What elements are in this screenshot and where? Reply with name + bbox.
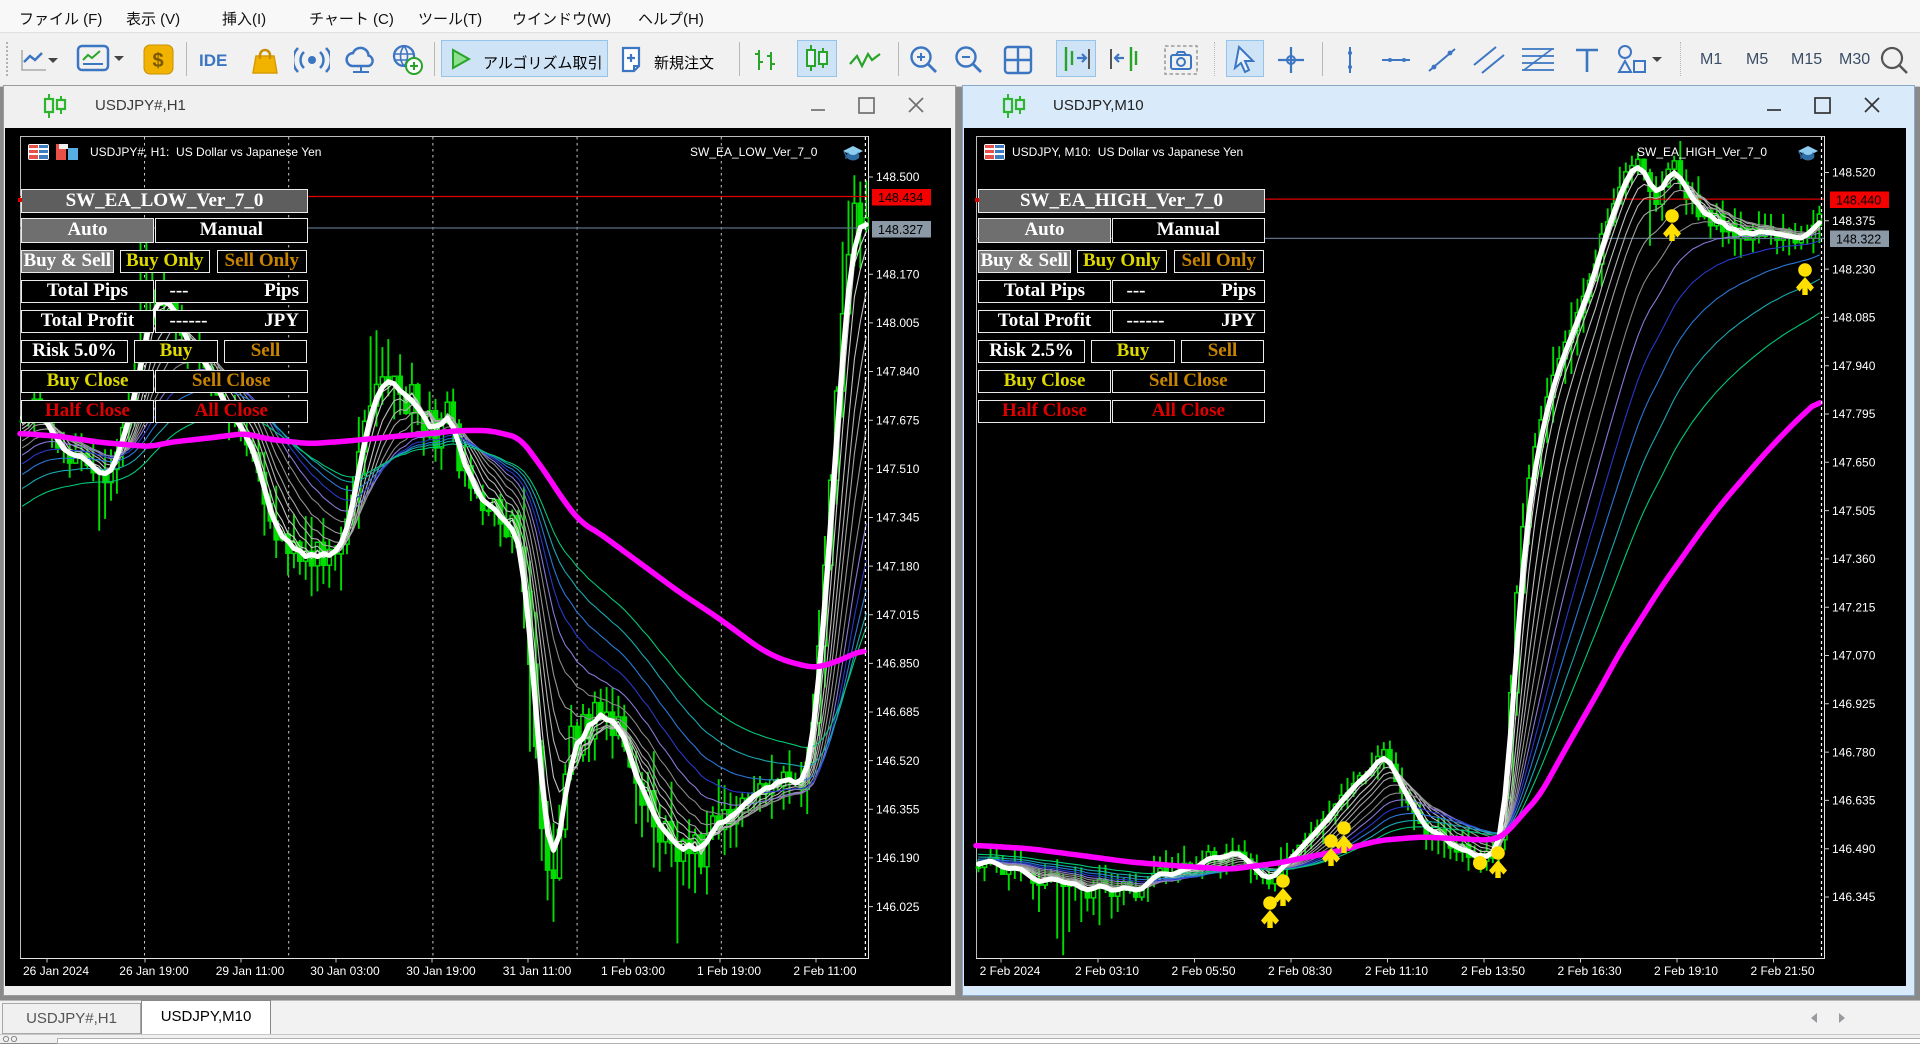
svg-text:146.520: 146.520 [876,754,920,768]
svg-text:147.015: 147.015 [876,608,920,622]
svg-text:148.500: 148.500 [876,170,920,184]
svg-text:147.180: 147.180 [876,559,920,573]
svg-text:147.940: 147.940 [1832,359,1876,373]
svg-text:2 Feb 21:50: 2 Feb 21:50 [1750,964,1814,978]
svg-text:147.360: 147.360 [1832,552,1876,566]
svg-text:147.505: 147.505 [1832,504,1876,518]
svg-text:2 Feb 03:10: 2 Feb 03:10 [1075,964,1139,978]
svg-text:2 Feb 11:10: 2 Feb 11:10 [1365,964,1428,978]
svg-text:148.375: 148.375 [1832,214,1876,228]
svg-text:146.925: 146.925 [1832,697,1876,711]
svg-text:2 Feb 16:30: 2 Feb 16:30 [1557,964,1621,978]
svg-text:146.490: 146.490 [1832,842,1876,856]
svg-text:2 Feb 08:30: 2 Feb 08:30 [1268,964,1332,978]
svg-text:148.520: 148.520 [1832,166,1876,180]
svg-text:148.434: 148.434 [878,191,923,205]
svg-text:148.230: 148.230 [1832,262,1876,276]
svg-text:2 Feb 19:10: 2 Feb 19:10 [1654,964,1718,978]
svg-text:148.440: 148.440 [1836,194,1881,208]
svg-text:2 Feb 2024: 2 Feb 2024 [980,964,1041,978]
svg-text:147.070: 147.070 [1832,649,1876,663]
svg-text:2 Feb 13:50: 2 Feb 13:50 [1461,964,1525,978]
svg-text:31 Jan 11:00: 31 Jan 11:00 [503,964,572,978]
svg-text:147.795: 147.795 [1832,407,1876,421]
svg-text:147.345: 147.345 [876,511,920,525]
svg-text:148.170: 148.170 [876,268,920,282]
svg-text:1 Feb 19:00: 1 Feb 19:00 [697,964,761,978]
svg-text:148.005: 148.005 [876,316,920,330]
svg-text:26 Jan 19:00: 26 Jan 19:00 [119,964,189,978]
svg-text:146.685: 146.685 [876,705,920,719]
svg-text:147.510: 147.510 [876,462,920,476]
svg-text:1 Feb 03:00: 1 Feb 03:00 [601,964,665,978]
svg-text:148.322: 148.322 [1836,233,1881,247]
svg-text:147.840: 147.840 [876,365,920,379]
svg-text:147.675: 147.675 [876,413,920,427]
svg-text:146.025: 146.025 [876,900,920,914]
svg-text:148.327: 148.327 [878,223,923,237]
svg-text:146.635: 146.635 [1832,794,1876,808]
svg-text:146.850: 146.850 [876,657,920,671]
svg-text:30 Jan 03:00: 30 Jan 03:00 [310,964,380,978]
svg-text:2 Feb 11:00: 2 Feb 11:00 [793,964,856,978]
svg-text:146.190: 146.190 [876,851,920,865]
svg-text:148.085: 148.085 [1832,311,1876,325]
svg-text:146.355: 146.355 [876,803,920,817]
svg-text:26 Jan 2024: 26 Jan 2024 [23,964,89,978]
svg-text:147.215: 147.215 [1832,600,1876,614]
svg-text:146.780: 146.780 [1832,745,1876,759]
svg-text:30 Jan 19:00: 30 Jan 19:00 [406,964,476,978]
svg-text:146.345: 146.345 [1832,890,1876,904]
svg-text:2 Feb 05:50: 2 Feb 05:50 [1171,964,1235,978]
svg-text:147.650: 147.650 [1832,456,1876,470]
svg-text:29 Jan 11:00: 29 Jan 11:00 [216,964,285,978]
